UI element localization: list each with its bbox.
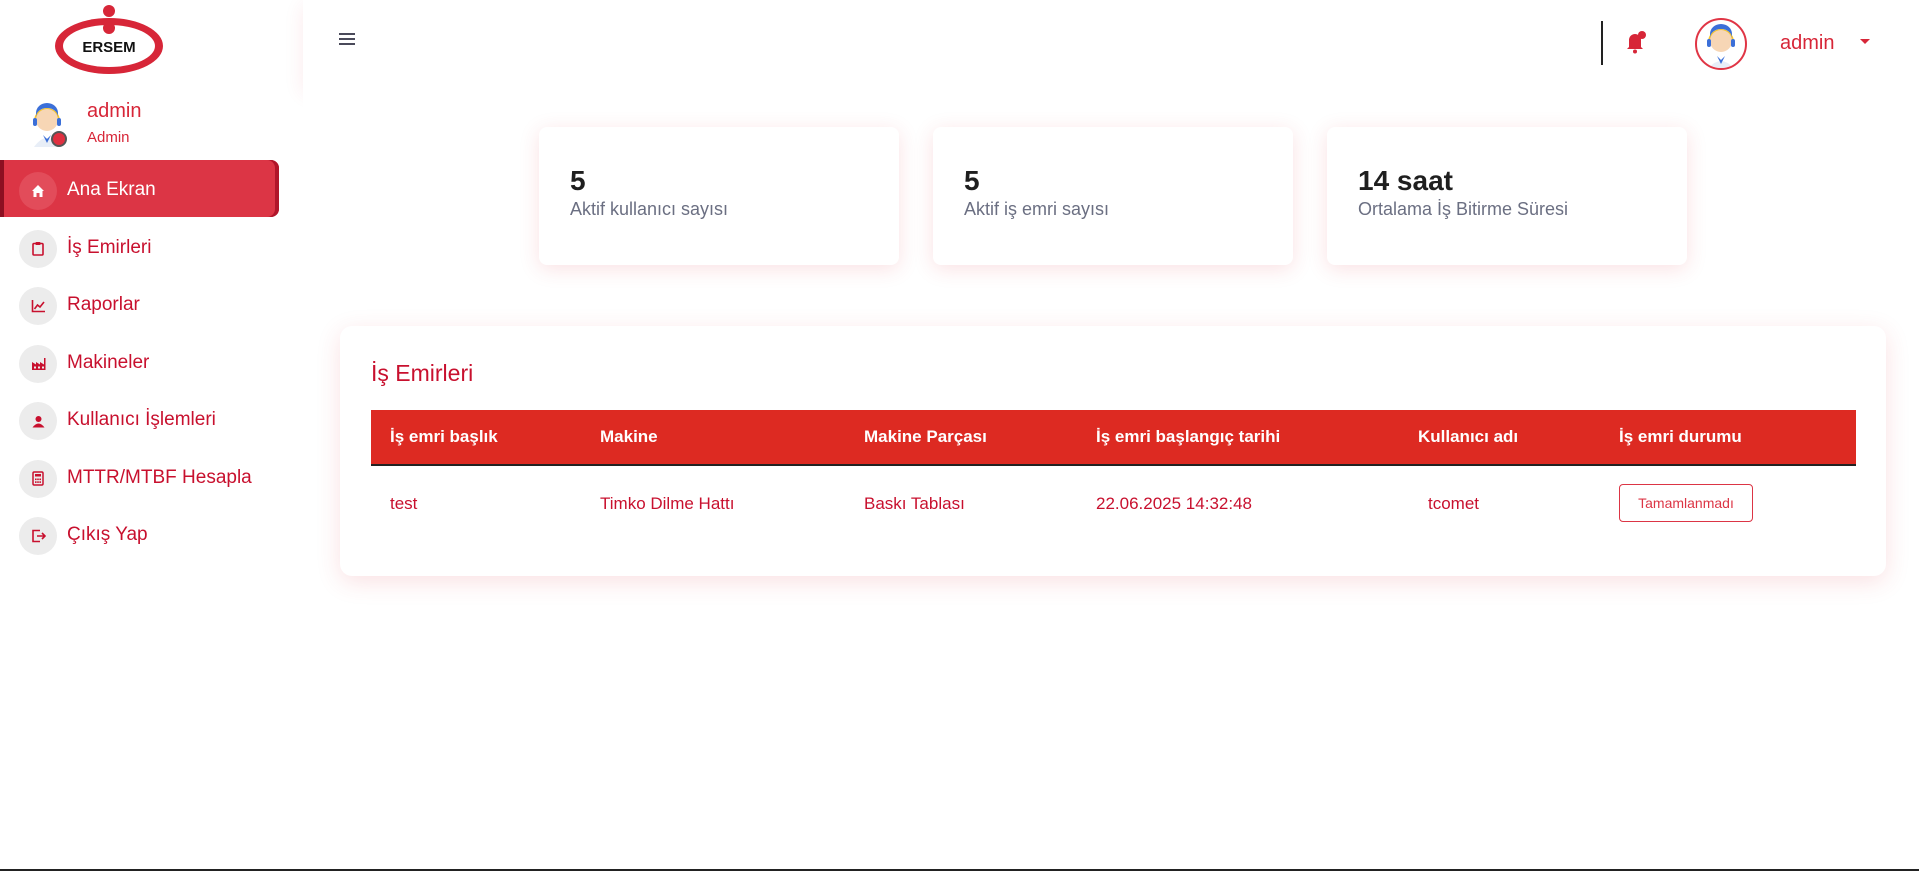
ersem-logo[interactable]: ERSEM bbox=[53, 4, 165, 76]
user-icon bbox=[19, 402, 57, 440]
status-button[interactable]: Tamamlanmadı bbox=[1619, 484, 1753, 522]
factory-icon bbox=[19, 344, 57, 383]
column-header[interactable]: İş emri başlık bbox=[390, 427, 498, 447]
clipboard-icon bbox=[19, 229, 57, 268]
column-header[interactable]: Kullanıcı adı bbox=[1418, 427, 1518, 447]
status-indicator bbox=[51, 131, 67, 147]
sidebar-item-label: Raporlar bbox=[67, 294, 140, 315]
cell-title: test bbox=[390, 494, 418, 513]
svg-text:ERSEM: ERSEM bbox=[82, 39, 135, 56]
stat-label: Aktif kullanıcı sayısı bbox=[570, 199, 729, 219]
sidebar-profile: admin Admin bbox=[26, 98, 296, 154]
stat-label: Aktif iş emri sayısı bbox=[964, 199, 1110, 219]
cell-start-date: 22.06.2025 14:32:48 bbox=[1096, 494, 1252, 513]
topbar-divider bbox=[1601, 21, 1603, 65]
stat-value: 5 bbox=[964, 165, 980, 196]
sidebar-item-raporlar[interactable]: Raporlar bbox=[0, 275, 303, 332]
sidebar-item-label: Kullanıcı İşlemleri bbox=[67, 409, 216, 430]
chart-line-icon bbox=[19, 287, 57, 325]
stat-value: 5 bbox=[570, 165, 586, 196]
stat-card-active-users: 5 Aktif kullanıcı sayısı bbox=[539, 127, 899, 265]
profile-role: Admin bbox=[87, 129, 130, 146]
sidebar-item-label: Çıkış Yap bbox=[67, 524, 148, 545]
column-header[interactable]: Makine bbox=[600, 427, 658, 447]
work-orders-card: İş Emirleri İş emri başlık Makine Makine… bbox=[340, 326, 1886, 576]
stat-label: Ortalama İş Bitirme Süresi bbox=[1358, 199, 1569, 219]
sidebar: ERSEM admin Admin Ana Ekran İş Emirleri … bbox=[0, 0, 303, 869]
profile-name: admin bbox=[87, 100, 142, 122]
menu-icon[interactable] bbox=[339, 33, 355, 47]
table-row[interactable]: test Timko Dilme Hattı Baskı Tablası 22.… bbox=[371, 466, 1856, 544]
sidebar-item-cikis-yap[interactable]: Çıkış Yap bbox=[0, 505, 303, 562]
work-orders-title: İş Emirleri bbox=[371, 360, 474, 386]
sidebar-item-label: İş Emirleri bbox=[67, 236, 152, 258]
calculator-icon bbox=[19, 459, 57, 498]
column-header[interactable]: Makine Parçası bbox=[864, 427, 987, 447]
cell-user: tcomet bbox=[1428, 494, 1480, 513]
column-header[interactable]: İş emri durumu bbox=[1619, 427, 1742, 447]
sidebar-item-mttr-mtbf[interactable]: MTTR/MTBF Hesapla bbox=[0, 448, 303, 505]
sidebar-item-makineler[interactable]: Makineler bbox=[0, 333, 303, 390]
bell-icon[interactable] bbox=[1624, 29, 1648, 55]
cell-part: Baskı Tablası bbox=[864, 494, 965, 513]
table-header: İş emri başlık Makine Makine Parçası İş … bbox=[371, 410, 1856, 466]
home-icon bbox=[19, 172, 57, 210]
topbar-username[interactable]: admin bbox=[1780, 32, 1834, 55]
main-content: 5 Aktif kullanıcı sayısı 5 Aktif iş emri… bbox=[303, 87, 1919, 869]
cell-machine: Timko Dilme Hattı bbox=[600, 494, 735, 513]
caret-down-icon[interactable] bbox=[1860, 39, 1870, 44]
work-orders-table: İş emri başlık Makine Makine Parçası İş … bbox=[371, 410, 1856, 544]
sidebar-nav: Ana Ekran İş Emirleri Raporlar Makineler… bbox=[0, 160, 303, 563]
column-header[interactable]: İş emri başlangıç tarihi bbox=[1096, 427, 1280, 447]
sidebar-item-kullanici-islemleri[interactable]: Kullanıcı İşlemleri bbox=[0, 390, 303, 447]
sidebar-item-label: Ana Ekran bbox=[67, 179, 156, 200]
logout-icon bbox=[19, 517, 57, 555]
sidebar-item-label: MTTR/MTBF Hesapla bbox=[67, 466, 252, 488]
stat-card-avg-completion: 14 saat Ortalama İş Bitirme Süresi bbox=[1327, 127, 1687, 265]
stat-card-active-work-orders: 5 Aktif iş emri sayısı bbox=[933, 127, 1293, 265]
sidebar-item-ana-ekran[interactable]: Ana Ekran bbox=[0, 160, 279, 217]
topbar: admin bbox=[303, 0, 1919, 87]
sidebar-item-label: Makineler bbox=[67, 351, 150, 373]
stat-value: 14 saat bbox=[1358, 165, 1453, 196]
avatar[interactable] bbox=[1695, 18, 1747, 70]
sidebar-item-is-emirleri[interactable]: İş Emirleri bbox=[0, 218, 303, 275]
